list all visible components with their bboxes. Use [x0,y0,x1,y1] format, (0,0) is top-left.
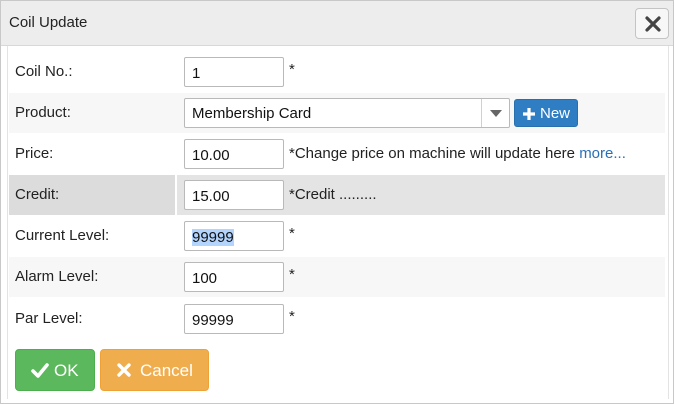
product-label: Product: [15,104,71,121]
par-level-input[interactable]: 99999 [184,304,284,334]
dialog-titlebar: Coil Update [1,1,673,46]
price-label: Price: [15,145,54,162]
row-alarm-level: Alarm Level: 100 * [9,257,665,297]
coil-no-required: * [289,61,295,78]
row-current-level: Current Level: 99999 * [9,216,665,256]
coil-no-input[interactable]: 1 [184,57,284,87]
new-button-label: New [540,105,571,122]
plus-icon [523,108,535,120]
row-credit: Credit: 15.00 *Credit ......... [9,175,665,215]
dialog-title: Coil Update [9,14,88,31]
cancel-button[interactable]: Cancel [100,349,209,391]
par-level-label: Par Level: [15,310,83,327]
chevron-down-icon [490,110,502,117]
credit-label: Credit: [15,186,60,203]
row-par-level: Par Level: 99999 * [9,299,665,339]
current-level-label: Current Level: [15,227,110,244]
close-button[interactable] [635,8,669,39]
label-cell: Credit: [9,175,177,215]
label-cell: Par Level: [9,299,177,339]
more-link[interactable]: more... [579,145,626,162]
credit-note: *Credit ......... [289,186,377,203]
dropdown-toggle[interactable] [481,99,509,127]
alarm-level-input[interactable]: 100 [184,262,284,292]
alarm-level-required: * [289,266,295,283]
price-note: *Change price on machine will update her… [289,145,626,162]
ok-button-label: OK [54,361,79,380]
ok-button[interactable]: OK [15,349,95,391]
current-level-input[interactable]: 99999 [184,221,284,251]
alarm-level-label: Alarm Level: [15,268,99,285]
coil-update-dialog: Coil Update Coil No.: 1 * Product: Membe… [0,0,674,404]
row-price: Price: 10.00 *Change price on machine wi… [9,134,665,174]
selected-text: 99999 [192,229,234,246]
par-level-required: * [289,308,295,325]
price-input[interactable]: 10.00 [184,139,284,169]
current-level-required: * [289,225,295,242]
credit-input[interactable]: 15.00 [184,180,284,210]
label-cell: Price: [9,134,177,174]
label-cell: Current Level: [9,216,177,256]
price-note-text: *Change price on machine will update her… [289,145,580,162]
product-selected-value: Membership Card [192,105,312,122]
row-coil-no: Coil No.: 1 * [9,52,665,92]
label-cell: Product: [9,93,177,133]
new-product-button[interactable]: New [514,99,578,127]
close-icon [117,363,131,377]
row-product: Product: Membership Card New [9,93,665,133]
close-icon [645,16,661,32]
check-icon [31,363,49,378]
label-cell: Coil No.: [9,52,177,92]
product-select[interactable]: Membership Card [184,98,510,128]
label-cell: Alarm Level: [9,257,177,297]
coil-no-label: Coil No.: [15,63,73,80]
cancel-button-label: Cancel [140,361,193,380]
